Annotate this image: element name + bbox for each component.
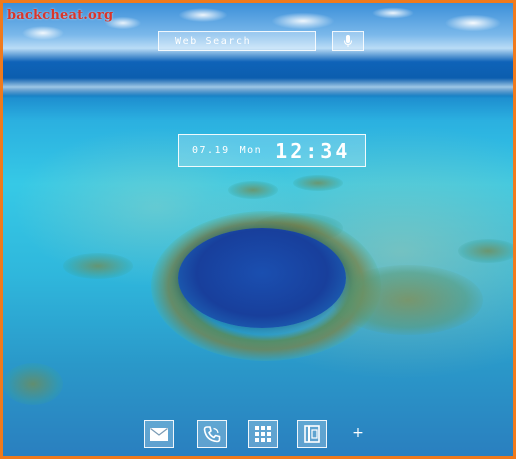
wallpaper-blue-hole	[178, 228, 346, 328]
web-search-bar[interactable]: Web Search	[158, 31, 316, 51]
home-screen: backcheat.org Web Search 07.19 Mon 12:34	[0, 0, 516, 459]
microphone-icon	[344, 35, 352, 47]
watermark-text: backcheat.org	[7, 8, 114, 23]
dock-phone-button[interactable]	[197, 420, 227, 448]
dock-contacts-button[interactable]	[297, 420, 327, 448]
mail-icon	[150, 427, 168, 441]
wallpaper-reef-arm	[333, 265, 483, 335]
voice-search-button[interactable]	[332, 31, 364, 51]
wallpaper-reef	[458, 239, 513, 263]
wallpaper-reef	[228, 181, 278, 199]
clock-date: 07.19	[192, 145, 230, 156]
web-search-label: Web Search	[175, 35, 252, 47]
dock-mail-button[interactable]	[144, 420, 174, 448]
wallpaper-reef	[63, 253, 133, 279]
contacts-book-icon	[304, 425, 320, 443]
dock-app-drawer-button[interactable]	[248, 420, 278, 448]
clock-time: 12:34	[275, 138, 351, 163]
phone-icon	[203, 426, 221, 443]
clock-day: Mon	[239, 145, 263, 156]
wallpaper-reef	[293, 175, 343, 191]
wallpaper-horizon	[3, 78, 513, 96]
add-shortcut-button[interactable]: +	[351, 425, 365, 441]
app-drawer-grid-icon	[255, 426, 271, 442]
clock-widget[interactable]: 07.19 Mon 12:34	[178, 134, 366, 167]
wallpaper-reef	[3, 363, 63, 405]
